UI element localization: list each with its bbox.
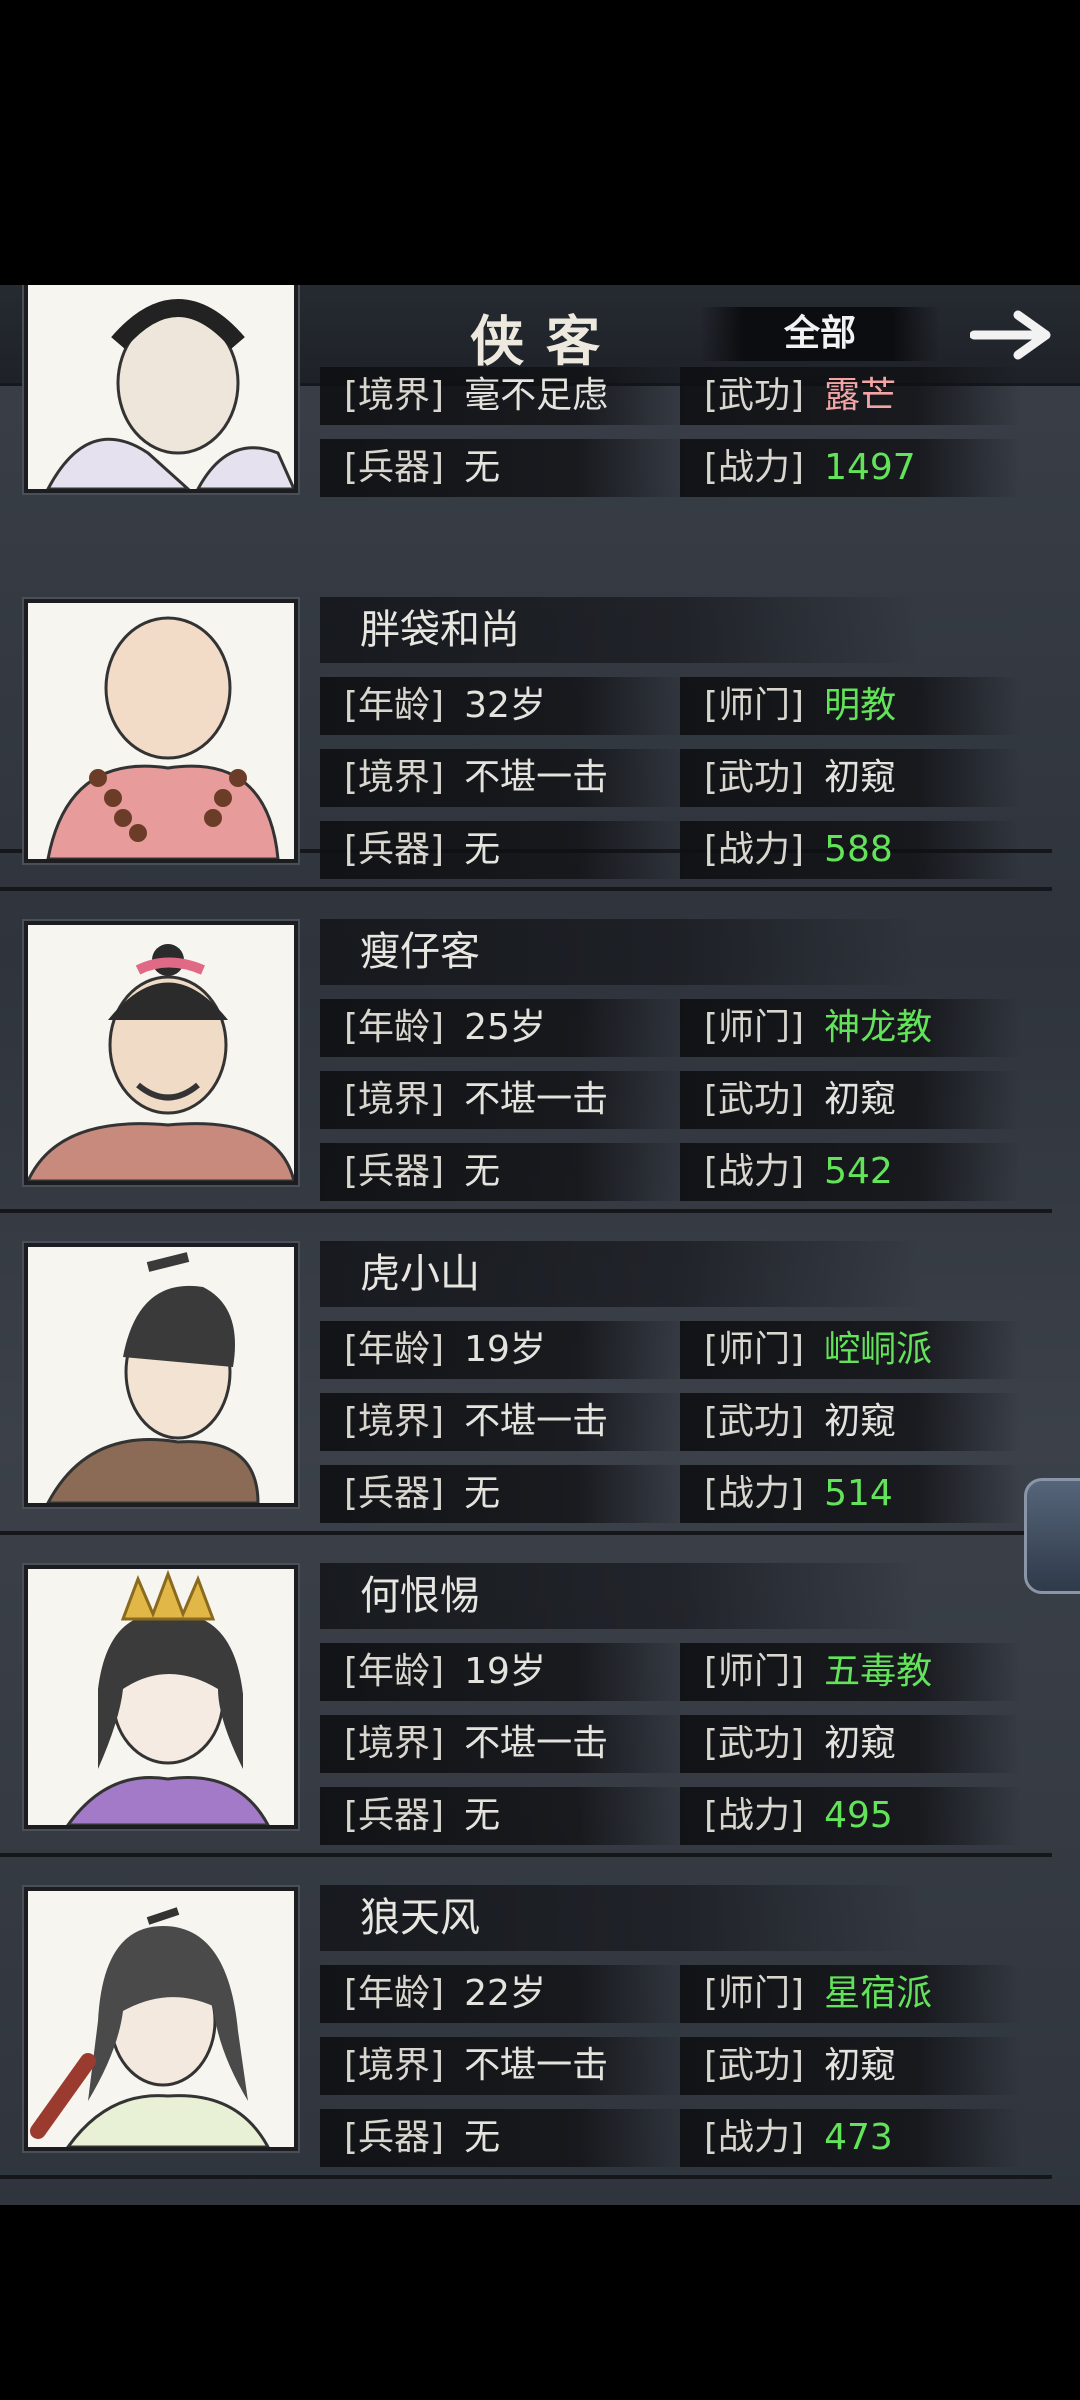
skill-field: [武功] 初窥	[680, 2037, 1020, 2095]
power-field: [战力] 473	[680, 2109, 1020, 2167]
age-value: 19岁	[464, 1651, 546, 1692]
weapon-value: 无	[464, 829, 501, 870]
age-field: [年龄] 32岁	[320, 677, 690, 735]
weapon-field: [兵器] 无	[320, 2109, 690, 2167]
divider	[0, 887, 1052, 891]
weapon-value: 无	[464, 1795, 501, 1836]
realm-value: 不堪一击	[464, 1401, 609, 1442]
sect-field: [师门] 星宿派	[680, 1965, 1020, 2023]
divider	[0, 1531, 1052, 1535]
age-field: [年龄] 25岁	[320, 999, 690, 1057]
hero-card[interactable]: 狼天风 [年龄] 22岁 [师门] 星宿派 [境界] 不堪一击 [武功] 初窥 [兵器]…	[0, 1873, 1052, 2195]
hero-name: 瘦仔客	[320, 919, 920, 985]
sect-value: 明教	[824, 685, 897, 726]
power-field: [战力] 588	[680, 821, 1020, 879]
realm-value: 不堪一击	[464, 2045, 609, 2086]
age-field: [年龄] 22岁	[320, 1965, 690, 2023]
skill-value: 初窥	[824, 1401, 897, 1442]
weapon-field: [兵器] 无	[320, 439, 690, 497]
skill-value: 露芒	[824, 375, 897, 416]
age-value: 25岁	[464, 1007, 546, 1048]
realm-value: 不堪一击	[464, 1079, 609, 1120]
hero-card[interactable]: 何恨惕 [年龄] 19岁 [师门] 五毒教 [境界] 不堪一击 [武功] 初窥 [兵器]…	[0, 1551, 1052, 1873]
hero-portrait	[24, 1565, 298, 1829]
age-field: [年龄] 19岁	[320, 1643, 690, 1701]
skill-value: 初窥	[824, 757, 897, 798]
skill-field: [武功] 初窥	[680, 749, 1020, 807]
sect-field: [师门] 神龙教	[680, 999, 1020, 1057]
skill-value: 初窥	[824, 1079, 897, 1120]
weapon-field: [兵器] 无	[320, 821, 690, 879]
hero-name: 虎小山	[320, 1241, 920, 1307]
hero-portrait	[24, 1887, 298, 2151]
power-field: [战力] 514	[680, 1465, 1020, 1523]
side-drawer-tab[interactable]	[1024, 1478, 1080, 1594]
realm-value: 毫不足虑	[464, 375, 609, 416]
realm-field: [境界] 不堪一击	[320, 1071, 690, 1129]
weapon-value: 无	[464, 1473, 501, 1514]
power-field: [战力] 1497	[680, 439, 1020, 497]
hero-card[interactable]: 虎小山 [年龄] 19岁 [师门] 崆峒派 [境界] 不堪一击 [武功] 初窥 [兵器]…	[0, 1229, 1052, 1551]
power-value: 495	[824, 1795, 893, 1836]
divider	[0, 1209, 1052, 1213]
hero-portrait	[24, 285, 298, 493]
hero-card[interactable]: 胖袋和尚 [年龄] 32岁 [师门] 明教 [境界] 不堪一击 [武功] 初窥 [兵器]…	[0, 585, 1052, 907]
power-value: 473	[824, 2117, 893, 2158]
divider	[0, 1853, 1052, 1857]
age-field: [年龄] 19岁	[320, 1321, 690, 1379]
skill-value: 初窥	[824, 2045, 897, 2086]
hero-name: 狼天风	[320, 1885, 920, 1951]
sect-value: 崆峒派	[824, 1329, 933, 1370]
hero-list-panel: 魔 侠客 全部 [境界]毫不足虑 [武功]露芒 [兵器]无 [战力]1497 胖…	[0, 285, 1080, 2205]
hero-card[interactable]: 瘦仔客 [年龄] 25岁 [师门] 神龙教 [境界] 不堪一击 [武功] 初窥 [兵器]…	[0, 907, 1052, 1229]
weapon-value: 无	[464, 1151, 501, 1192]
power-value: 542	[824, 1151, 893, 1192]
age-value: 32岁	[464, 685, 546, 726]
sect-value: 星宿派	[824, 1973, 933, 2014]
skill-field: [武功] 初窥	[680, 1393, 1020, 1451]
weapon-field: [兵器] 无	[320, 1787, 690, 1845]
realm-field: [境界] 不堪一击	[320, 1393, 690, 1451]
weapon-value: 无	[464, 2117, 501, 2158]
realm-field: [境界] 毫不足虑	[320, 367, 690, 425]
weapon-field: [兵器] 无	[320, 1465, 690, 1523]
power-field: [战力] 542	[680, 1143, 1020, 1201]
sect-field: [师门] 五毒教	[680, 1643, 1020, 1701]
power-value: 514	[824, 1473, 893, 1514]
hero-card[interactable]: [境界] 毫不足虑 [武功] 露芒 [兵器] 无 [战力] 1497	[0, 285, 1052, 537]
sect-field: [师门] 明教	[680, 677, 1020, 735]
hero-name: 胖袋和尚	[320, 597, 920, 663]
sect-value: 神龙教	[824, 1007, 933, 1048]
hero-name: 何恨惕	[320, 1563, 920, 1629]
skill-field: [武功] 初窥	[680, 1715, 1020, 1773]
skill-value: 初窥	[824, 1723, 897, 1764]
skill-field: [武功] 露芒	[680, 367, 1020, 425]
realm-field: [境界] 不堪一击	[320, 1715, 690, 1773]
weapon-value: 无	[464, 447, 501, 488]
power-value: 1497	[824, 447, 916, 488]
realm-field: [境界] 不堪一击	[320, 2037, 690, 2095]
realm-value: 不堪一击	[464, 1723, 609, 1764]
realm-value: 不堪一击	[464, 757, 609, 798]
hero-portrait	[24, 921, 298, 1185]
sect-field: [师门] 崆峒派	[680, 1321, 1020, 1379]
age-value: 22岁	[464, 1973, 546, 2014]
power-field: [战力] 495	[680, 1787, 1020, 1845]
weapon-field: [兵器] 无	[320, 1143, 690, 1201]
sect-value: 五毒教	[824, 1651, 933, 1692]
divider	[0, 2175, 1052, 2179]
realm-field: [境界] 不堪一击	[320, 749, 690, 807]
power-value: 588	[824, 829, 893, 870]
age-value: 19岁	[464, 1329, 546, 1370]
skill-field: [武功] 初窥	[680, 1071, 1020, 1129]
hero-portrait	[24, 1243, 298, 1507]
hero-portrait	[24, 599, 298, 863]
